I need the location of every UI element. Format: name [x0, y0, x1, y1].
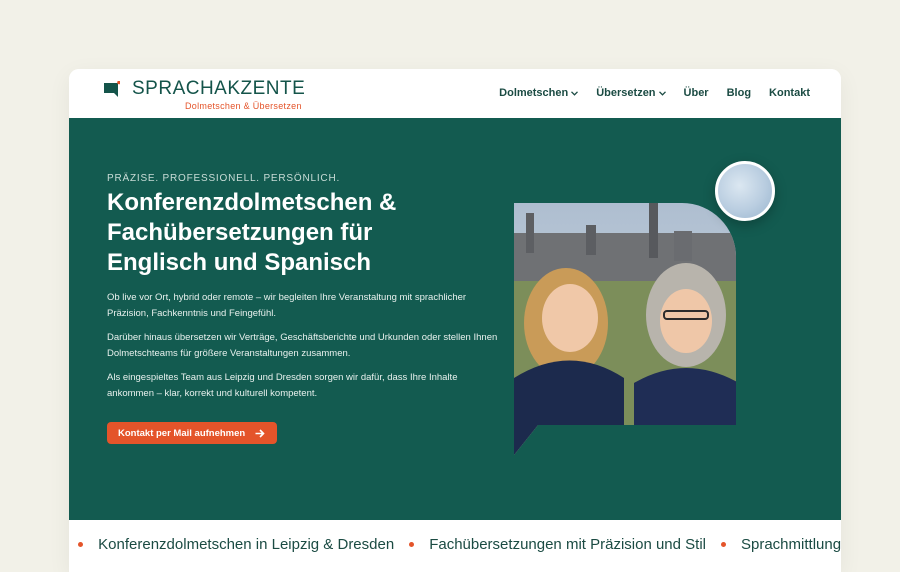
main-nav: Dolmetschen Übersetzen Über Blog Kontakt	[499, 87, 810, 99]
hero-paragraph: Als eingespieltes Team aus Leipzig und D…	[107, 372, 458, 399]
nav-item-label: Dolmetschen	[499, 87, 569, 99]
ticker-track: t Konferenzdolmetschen in Leipzig & Dres…	[69, 536, 841, 553]
browser-card: SPRACHAKZENTE Dolmetschen & Übersetzen D…	[69, 69, 841, 572]
nav-item-label: Über	[683, 87, 709, 99]
logo-name: SPRACHAKZENTE	[132, 78, 306, 99]
hero-eyebrow: PRÄZISE. PROFESSIONELL. PERSÖNLICH.	[107, 173, 341, 184]
hero-headline: Konferenzdolmetschen & Fachübersetzungen…	[107, 189, 397, 276]
contact-mail-button[interactable]: Kontakt per Mail aufnehmen	[107, 422, 278, 444]
ticker-item: Sprachmittlung	[741, 536, 841, 553]
bullet-dot-icon	[721, 542, 726, 547]
ticker-item: Fachübersetzungen mit Präzision und Stil	[429, 536, 706, 553]
bullet-dot-icon	[78, 542, 84, 547]
hero-paragraph: Darüber hinaus übersetzen wir Verträge, …	[107, 332, 498, 359]
marquee-ticker: t Konferenzdolmetschen in Leipzig & Dres…	[69, 520, 841, 572]
nav-item-blog[interactable]: Blog	[727, 87, 751, 99]
ticker-item: Konferenzdolmetschen in Leipzig & Dresde…	[98, 536, 395, 553]
contact-mail-button-label: Kontakt per Mail aufnehmen	[118, 427, 246, 439]
nav-item-label: Übersetzen	[596, 87, 656, 99]
bullet-dot-icon	[409, 542, 415, 547]
arrow-right-icon	[255, 428, 265, 438]
logo-subtitle: Dolmetschen & Übersetzen	[185, 101, 302, 111]
chevron-down-icon	[658, 90, 666, 96]
chevron-down-icon	[571, 90, 579, 96]
nav-item-kontakt[interactable]: Kontakt	[769, 87, 810, 99]
decorative-sky-bubble	[715, 161, 775, 221]
nav-item-ueber[interactable]: Über	[684, 87, 709, 99]
speech-bubble-logo-icon	[104, 81, 120, 97]
hero-section: PRÄZISE. PROFESSIONELL. PERSÖNLICH. Konf…	[69, 118, 841, 520]
nav-item-dolmetschen[interactable]: Dolmetschen	[499, 87, 579, 99]
nav-item-label: Kontakt	[769, 87, 810, 99]
team-photo	[514, 203, 736, 455]
hero-paragraph: Ob live vor Ort, hybrid oder remote – wi…	[107, 292, 467, 319]
nav-item-uebersetzen[interactable]: Übersetzen	[596, 87, 666, 99]
site-header: SPRACHAKZENTE Dolmetschen & Übersetzen D…	[69, 69, 841, 118]
nav-item-label: Blog	[726, 87, 752, 99]
